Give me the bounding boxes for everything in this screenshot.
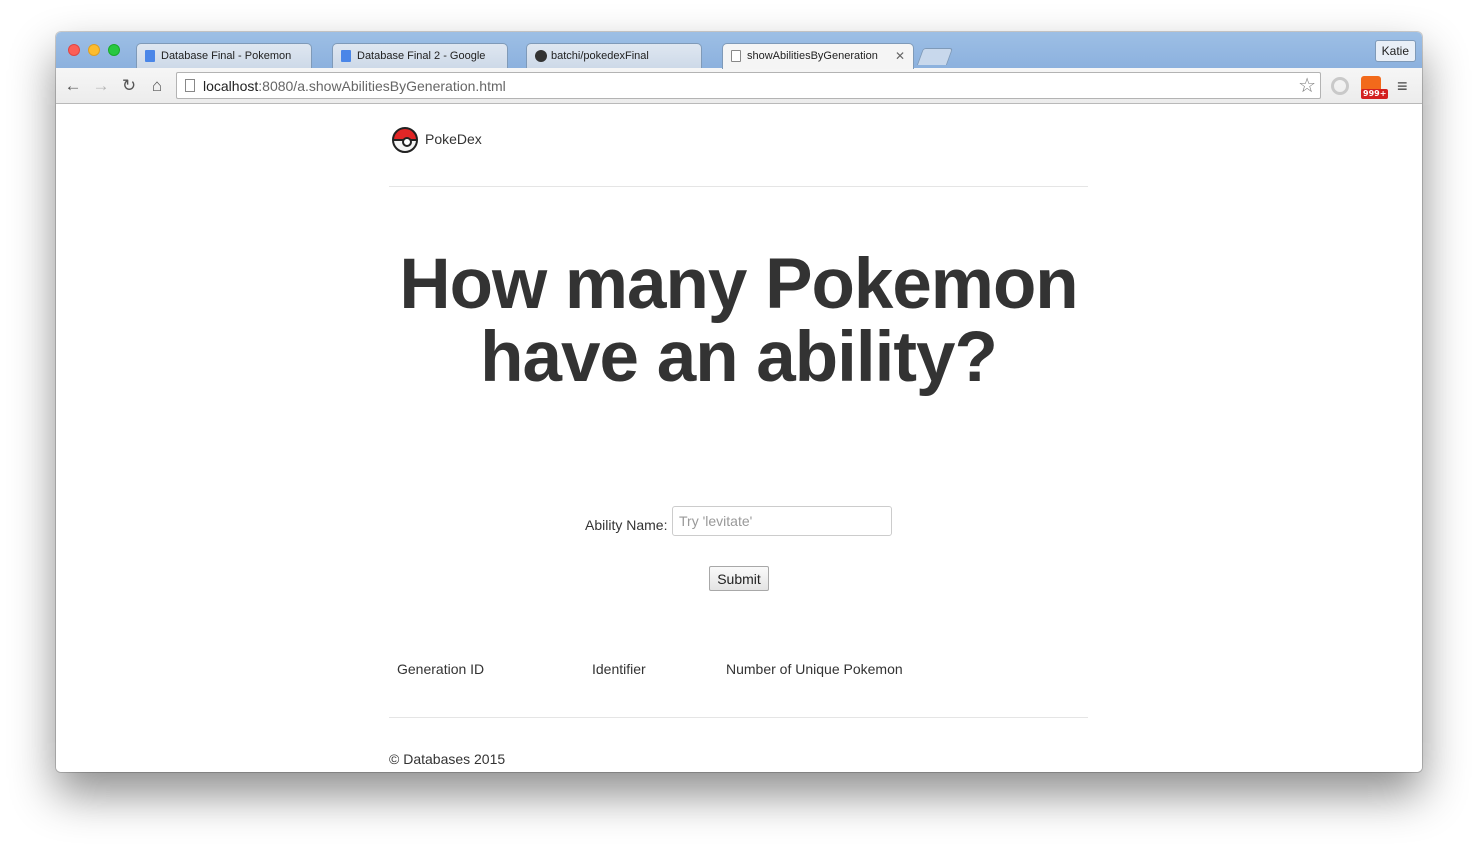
bookmark-star-icon[interactable]: ☆ <box>1298 74 1316 98</box>
close-window-button[interactable] <box>68 44 80 56</box>
ability-name-label: Ability Name: <box>585 517 668 533</box>
brand-name: PokeDex <box>425 131 482 147</box>
page-icon <box>731 50 741 62</box>
pokeball-icon <box>392 127 418 153</box>
column-header-generation-id: Generation ID <box>397 661 485 677</box>
menu-icon[interactable]: ≡ <box>1397 76 1408 96</box>
github-icon <box>535 50 547 62</box>
browser-toolbar: ← → ↻ ⌂ localhost:8080/a.showAbilitiesBy… <box>56 68 1422 104</box>
back-arrow-icon[interactable]: ← <box>63 76 83 96</box>
tab-database-final-pokemon[interactable]: Database Final - Pokemon <box>136 43 312 68</box>
submit-button[interactable]: Submit <box>709 566 769 591</box>
minimize-window-button[interactable] <box>88 44 100 56</box>
column-header-identifier: Identifier <box>592 661 646 677</box>
ability-name-input[interactable] <box>672 506 892 536</box>
header-divider <box>389 186 1088 187</box>
tab-label: showAbilitiesByGeneration <box>747 50 878 62</box>
tab-github-pokedexfinal[interactable]: batchi/pokedexFinal <box>526 43 702 68</box>
page-icon <box>185 79 195 92</box>
new-tab-button[interactable] <box>916 48 954 65</box>
tab-database-final-2[interactable]: Database Final 2 - Google <box>332 43 508 68</box>
rss-badge: 999+ <box>1361 89 1389 99</box>
google-docs-icon <box>341 50 351 62</box>
reload-icon[interactable]: ↻ <box>119 76 139 96</box>
tab-label: batchi/pokedexFinal <box>551 50 649 62</box>
title-bar: Database Final - Pokemon Database Final … <box>56 32 1422 69</box>
column-header-unique-pokemon: Number of Unique Pokemon <box>726 661 903 677</box>
tab-label: Database Final 2 - Google <box>357 50 486 62</box>
google-docs-icon <box>145 50 155 62</box>
tab-label: Database Final - Pokemon <box>161 50 292 62</box>
page-content: PokeDex How many Pokemon have an ability… <box>56 104 1422 772</box>
address-bar[interactable]: localhost:8080/a.showAbilitiesByGenerati… <box>176 72 1321 99</box>
browser-window: Database Final - Pokemon Database Final … <box>56 32 1422 772</box>
profile-button[interactable]: Katie <box>1374 40 1416 62</box>
page-title: How many Pokemon have an ability? <box>399 245 1078 397</box>
close-tab-icon[interactable]: ✕ <box>895 44 905 68</box>
rss-extension-button[interactable]: 999+ <box>1361 76 1389 99</box>
tab-show-abilities-by-generation[interactable]: showAbilitiesByGeneration ✕ <box>722 43 914 69</box>
footer-copyright: © Databases 2015 <box>389 751 506 767</box>
url-path: :8080/a.showAbilitiesByGeneration.html <box>258 78 506 94</box>
url-text: localhost:8080/a.showAbilitiesByGenerati… <box>203 78 506 94</box>
forward-arrow-icon[interactable]: → <box>91 76 111 96</box>
extension-icon[interactable] <box>1331 77 1349 95</box>
footer-divider <box>389 717 1088 718</box>
url-host: localhost <box>203 78 259 94</box>
maximize-window-button[interactable] <box>108 44 120 56</box>
home-icon[interactable]: ⌂ <box>147 76 167 96</box>
